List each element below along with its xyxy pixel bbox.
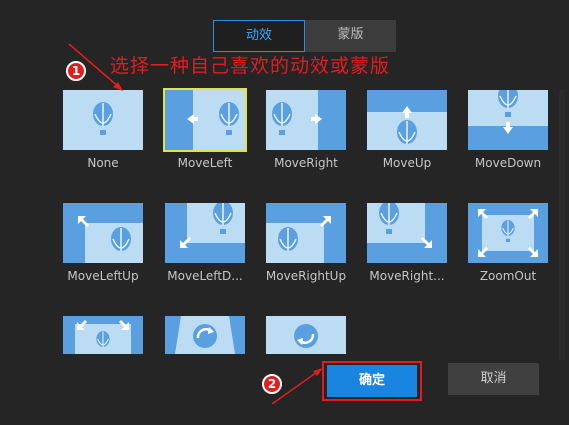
effect-label: MoveRight... <box>369 269 445 283</box>
effect-thumbnail <box>367 203 447 263</box>
effect-thumbnail <box>468 90 548 150</box>
effect-thumbnail <box>63 90 143 150</box>
zoom-arrows-icon <box>478 209 538 257</box>
effects-scrollbar[interactable] <box>559 90 565 360</box>
rotate-icon <box>193 324 217 348</box>
balloon-icon <box>498 90 518 117</box>
effect-thumbnail <box>63 203 143 263</box>
tab-mask[interactable]: 蒙版 <box>305 20 396 52</box>
cancel-button[interactable]: 取消 <box>448 363 539 395</box>
balloon-icon <box>213 203 233 234</box>
effect-label: ZoomOut <box>479 269 537 283</box>
arrow-right-icon <box>311 114 322 124</box>
balloon-icon <box>278 227 298 251</box>
effect-label: MoveRightUp <box>265 269 347 283</box>
step-1-badge: 1 <box>66 61 86 81</box>
effect-label: MoveDown <box>474 156 542 170</box>
zoom-arrows-icon <box>77 320 129 330</box>
balloon-icon <box>93 102 113 135</box>
ok-button[interactable]: 确定 <box>327 365 417 397</box>
arrow-up-right-icon <box>320 216 331 227</box>
arrow-down-icon <box>503 122 513 134</box>
effect-thumbnail <box>468 203 548 263</box>
balloon-icon <box>379 203 399 234</box>
balloon-icon <box>397 120 417 144</box>
effect-thumbnail <box>165 316 245 354</box>
effect-thumbnail <box>63 316 143 354</box>
effect-thumbnail <box>163 88 247 152</box>
effect-thumbnail <box>367 90 447 150</box>
balloon-icon <box>219 102 239 135</box>
balloon-icon <box>111 227 131 251</box>
effect-thumbnail <box>266 203 346 263</box>
tab-animation[interactable]: 动效 <box>213 20 305 52</box>
balloon-icon <box>272 102 292 135</box>
arrow-down-left-icon <box>180 237 191 248</box>
instruction-annotation: 选择一种自己喜欢的动效或蒙版 <box>110 55 391 77</box>
arrow-up-left-icon <box>78 216 89 227</box>
effect-label: MoveLeftUp <box>67 269 139 283</box>
arrow-up-icon <box>402 106 412 118</box>
arrow-left-icon <box>187 114 198 124</box>
effect-label: MoveRight <box>274 156 338 170</box>
effect-label: MoveLeft <box>177 156 233 170</box>
rotate-icon <box>294 324 318 348</box>
effect-label: None <box>87 156 119 170</box>
tab-bar: 动效 蒙版 <box>213 20 396 52</box>
effect-label: MoveLeftD... <box>167 269 243 283</box>
effect-thumbnail <box>266 316 346 354</box>
effect-label: MoveUp <box>382 156 432 170</box>
effect-thumbnail <box>165 203 245 263</box>
effect-thumbnail <box>266 90 346 150</box>
step-2-badge: 2 <box>262 374 282 394</box>
arrow-down-right-icon <box>421 237 432 248</box>
